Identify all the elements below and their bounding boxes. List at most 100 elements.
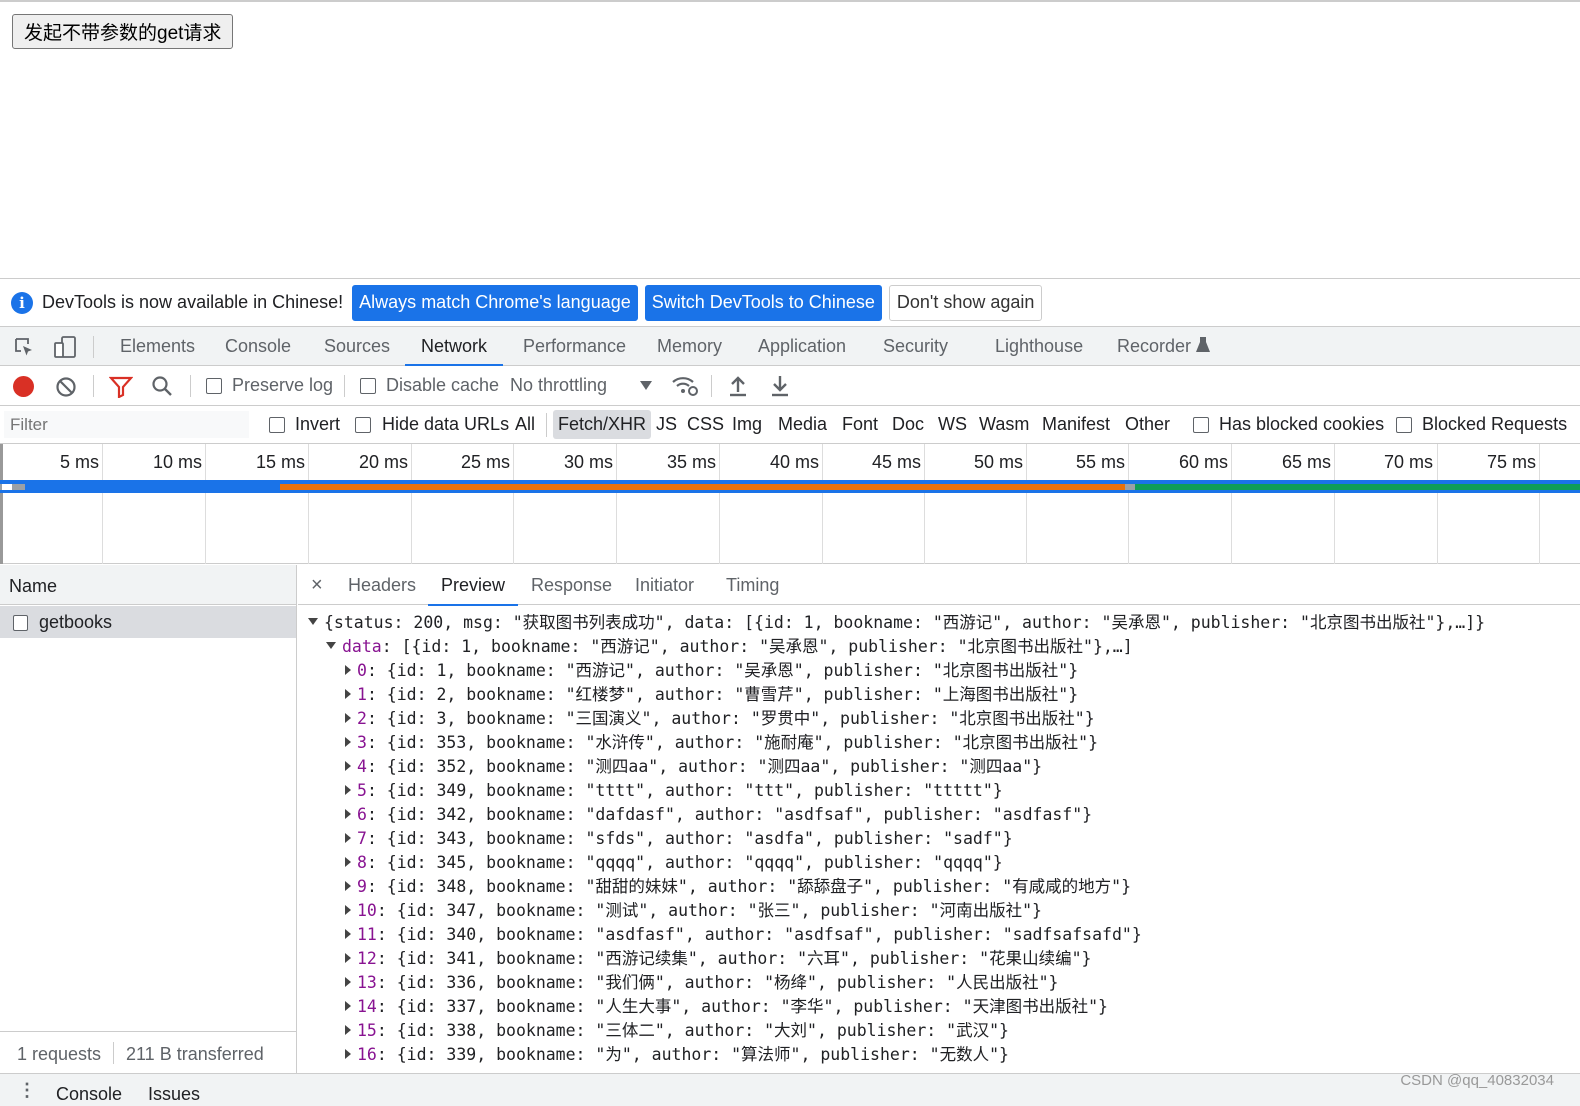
blocked-requests-checkbox[interactable] — [1396, 417, 1412, 433]
type-filter-doc[interactable]: Doc — [892, 414, 924, 435]
tab-sources[interactable]: Sources — [324, 327, 390, 366]
expand-arrow-icon[interactable] — [345, 785, 351, 795]
json-array-item[interactable]: 15: {id: 338, bookname: "三体二", author: "… — [345, 1019, 1009, 1043]
type-filter-ws[interactable]: WS — [938, 414, 967, 435]
json-array-item[interactable]: 12: {id: 341, bookname: "西游记续集", author:… — [345, 947, 1091, 971]
json-array-item[interactable]: 4: {id: 352, bookname: "测四aa", author: "… — [345, 755, 1042, 779]
close-icon[interactable]: × — [311, 565, 323, 605]
expand-arrow-icon[interactable] — [345, 905, 351, 915]
has-blocked-cookies-checkbox[interactable] — [1193, 417, 1209, 433]
tab-response[interactable]: Response — [531, 565, 612, 605]
export-har-icon[interactable] — [770, 374, 790, 398]
request-name[interactable]: getbooks — [39, 612, 112, 633]
type-filter-img[interactable]: Img — [732, 414, 762, 435]
name-column-header[interactable]: Name — [9, 576, 57, 597]
json-array-item[interactable]: 3: {id: 353, bookname: "水浒传", author: "施… — [345, 731, 1098, 755]
collapse-arrow-icon[interactable] — [326, 642, 336, 649]
expand-arrow-icon[interactable] — [345, 929, 351, 939]
json-data-node[interactable]: data: [{id: 1, bookname: "西游记", author: … — [326, 635, 1133, 659]
get-request-button[interactable]: 发起不带参数的get请求 — [12, 14, 234, 49]
expand-arrow-icon[interactable] — [345, 857, 351, 867]
tab-application[interactable]: Application — [758, 327, 846, 366]
type-filter-font[interactable]: Font — [842, 414, 878, 435]
tab-security[interactable]: Security — [883, 327, 948, 366]
disable-cache-checkbox[interactable] — [360, 378, 376, 394]
expand-arrow-icon[interactable] — [345, 713, 351, 723]
preserve-log-label: Preserve log — [232, 375, 334, 395]
dont-show-again-button[interactable]: Don't show again — [888, 284, 1043, 321]
tab-timing[interactable]: Timing — [726, 565, 779, 605]
type-filter-all[interactable]: All — [515, 414, 535, 435]
hide-data-urls-checkbox[interactable] — [355, 417, 371, 433]
json-array-item[interactable]: 9: {id: 348, bookname: "甜甜的妹妹", author: … — [345, 875, 1131, 899]
tab-network[interactable]: Network — [404, 327, 504, 366]
invert-checkbox[interactable] — [269, 417, 285, 433]
preserve-log-checkbox[interactable] — [206, 378, 222, 394]
drawer-tab-issues[interactable]: Issues — [148, 1084, 200, 1105]
json-array-item[interactable]: 2: {id: 3, bookname: "三国演义", author: "罗贯… — [345, 707, 1095, 731]
switch-to-chinese-button[interactable]: Switch DevTools to Chinese — [644, 284, 882, 321]
expand-arrow-icon[interactable] — [345, 665, 351, 675]
network-overview-timeline[interactable]: 5 ms 10 ms 15 ms 20 ms 25 ms 30 ms 35 ms… — [0, 444, 1580, 564]
expand-arrow-icon[interactable] — [345, 737, 351, 747]
expand-arrow-icon[interactable] — [345, 689, 351, 699]
type-filter-css[interactable]: CSS — [687, 414, 724, 435]
tab-elements[interactable]: Elements — [120, 327, 195, 366]
expand-arrow-icon[interactable] — [345, 1025, 351, 1035]
tab-lighthouse[interactable]: Lighthouse — [995, 327, 1083, 366]
expand-arrow-icon[interactable] — [345, 977, 351, 987]
always-match-language-button[interactable]: Always match Chrome's language — [352, 284, 638, 321]
throttling-dropdown-icon[interactable] — [640, 381, 652, 390]
transferred-size: 211 B transferred — [126, 1044, 264, 1064]
json-array-item[interactable]: 8: {id: 345, bookname: "qqqq", author: "… — [345, 851, 1003, 875]
expand-arrow-icon[interactable] — [345, 833, 351, 843]
tab-console[interactable]: Console — [225, 327, 291, 366]
type-filter-other[interactable]: Other — [1125, 414, 1170, 435]
expand-arrow-icon[interactable] — [345, 953, 351, 963]
type-filter-js[interactable]: JS — [656, 414, 677, 435]
import-har-icon[interactable] — [728, 374, 748, 398]
expand-arrow-icon[interactable] — [345, 761, 351, 771]
tab-memory[interactable]: Memory — [657, 327, 722, 366]
collapse-arrow-icon[interactable] — [308, 618, 318, 625]
filter-icon[interactable] — [109, 376, 133, 398]
record-icon[interactable] — [13, 376, 34, 397]
tab-recorder[interactable]: Recorder — [1117, 327, 1191, 366]
invert-label: Invert — [295, 414, 341, 434]
expand-arrow-icon[interactable] — [345, 1049, 351, 1059]
filter-input[interactable] — [4, 411, 249, 438]
more-tools-icon[interactable]: ⋮ — [18, 1080, 36, 1101]
tab-initiator[interactable]: Initiator — [635, 565, 694, 605]
json-array-item[interactable]: 6: {id: 342, bookname: "dafdasf", author… — [345, 803, 1092, 827]
json-array-item[interactable]: 16: {id: 339, bookname: "为", author: "算法… — [345, 1043, 1009, 1067]
drawer-tab-console[interactable]: Console — [56, 1084, 122, 1105]
device-toolbar-icon[interactable] — [53, 335, 77, 359]
json-array-item[interactable]: 0: {id: 1, bookname: "西游记", author: "吴承恩… — [345, 659, 1078, 683]
expand-arrow-icon[interactable] — [345, 1001, 351, 1011]
inspect-element-icon[interactable] — [13, 336, 35, 358]
requests-count: 1 requests — [17, 1044, 102, 1064]
throttling-select[interactable]: No throttling — [510, 375, 607, 396]
expand-arrow-icon[interactable] — [345, 881, 351, 891]
tab-performance[interactable]: Performance — [523, 327, 626, 366]
tab-headers[interactable]: Headers — [348, 565, 416, 605]
network-conditions-icon[interactable] — [671, 374, 699, 398]
json-root-node[interactable]: {status: 200, msg: "获取图书列表成功", data: [{i… — [308, 611, 1485, 635]
type-filter-fetch-xhr[interactable]: Fetch/XHR — [553, 410, 652, 439]
json-array-item[interactable]: 14: {id: 337, bookname: "人生大事", author: … — [345, 995, 1108, 1019]
clear-icon[interactable] — [55, 376, 77, 398]
tab-preview[interactable]: Preview — [427, 565, 519, 606]
json-array-item[interactable]: 13: {id: 336, bookname: "我们俩", author: "… — [345, 971, 1058, 995]
search-icon[interactable] — [151, 375, 173, 397]
expand-arrow-icon[interactable] — [345, 809, 351, 819]
json-array-item[interactable]: 5: {id: 349, bookname: "tttt", author: "… — [345, 779, 1003, 803]
json-array-item[interactable]: 1: {id: 2, bookname: "红楼梦", author: "曹雪芹… — [345, 683, 1078, 707]
hide-data-urls-label: Hide data URLs — [382, 414, 510, 434]
json-array-item[interactable]: 11: {id: 340, bookname: "asdfasf", autho… — [345, 923, 1142, 947]
tick-label: 60 ms — [1179, 452, 1229, 472]
type-filter-media[interactable]: Media — [778, 414, 827, 435]
type-filter-wasm[interactable]: Wasm — [979, 414, 1029, 435]
json-array-item[interactable]: 10: {id: 347, bookname: "测试", author: "张… — [345, 899, 1042, 923]
type-filter-manifest[interactable]: Manifest — [1042, 414, 1110, 435]
json-array-item[interactable]: 7: {id: 343, bookname: "sfds", author: "… — [345, 827, 1013, 851]
